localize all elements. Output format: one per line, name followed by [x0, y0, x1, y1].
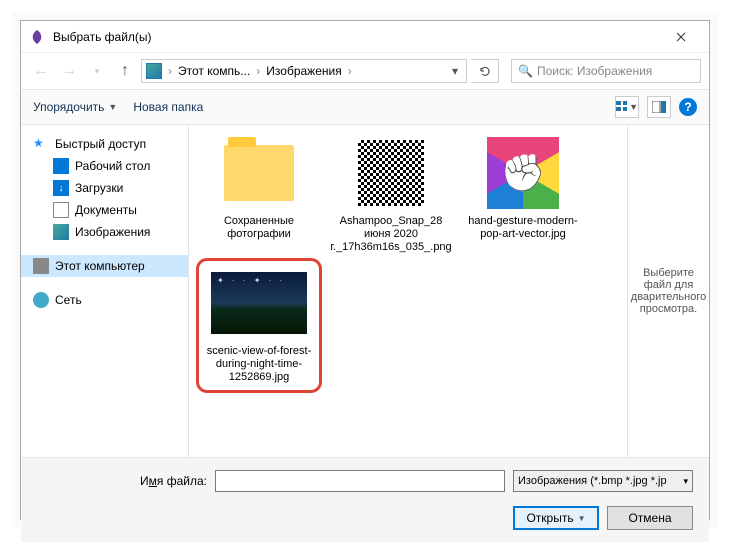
view-icons-button[interactable]: ▼ — [615, 96, 639, 118]
titlebar: Выбрать файл(ы) — [21, 21, 709, 53]
dialog-body: ★ Быстрый доступ Рабочий стол ↓ Загрузки… — [21, 125, 709, 457]
help-button[interactable]: ? — [679, 98, 697, 116]
document-icon — [53, 202, 69, 218]
image-thumbnail — [355, 137, 427, 209]
folder-icon — [224, 145, 294, 201]
organize-button[interactable]: Упорядочить ▼ — [33, 100, 117, 114]
file-item-folder[interactable]: Сохраненные фотографии — [201, 137, 317, 255]
sidebar-item-this-pc[interactable]: Этот компьютер — [21, 255, 188, 277]
star-icon: ★ — [33, 136, 49, 152]
refresh-button[interactable] — [471, 59, 499, 83]
file-label: hand-gesture-modern-pop-art-vector.jpg — [465, 215, 581, 241]
chevron-right-icon: › — [166, 64, 174, 78]
network-icon — [33, 292, 49, 308]
dialog-footer: Имя файла: Изображения (*.bmp *.jpg *.jp… — [21, 457, 709, 542]
app-icon — [29, 29, 45, 45]
breadcrumb-seg-pc[interactable]: Этот компь... — [174, 64, 254, 78]
icons-view-icon — [616, 101, 627, 113]
recent-dropdown[interactable]: ▾ — [85, 59, 109, 83]
breadcrumb-dropdown-icon[interactable]: ▾ — [448, 64, 462, 78]
search-placeholder: Поиск: Изображения — [537, 64, 652, 78]
image-thumbnail — [487, 137, 559, 209]
new-folder-button[interactable]: Новая папка — [133, 100, 203, 114]
sidebar-item-network[interactable]: Сеть — [21, 289, 188, 311]
filename-input[interactable] — [215, 470, 505, 492]
sidebar-item-pictures[interactable]: Изображения — [21, 221, 188, 243]
preview-pane: Выберите файл для дварительного просмотр… — [627, 125, 709, 457]
pc-icon — [33, 258, 49, 274]
close-icon — [676, 32, 686, 42]
forward-button: → — [57, 59, 81, 83]
chevron-down-icon: ▾ — [683, 476, 688, 487]
split-button-dropdown-icon: ▼ — [578, 514, 586, 523]
file-item-image[interactable]: Ashampoo_Snap_28 июня 2020 г._17h36m16s_… — [333, 137, 449, 255]
toolbar: Упорядочить ▼ Новая папка ▼ ? — [21, 89, 709, 125]
sidebar-item-quick-access[interactable]: ★ Быстрый доступ — [21, 133, 188, 155]
file-open-dialog: Выбрать файл(ы) ← → ▾ ↑ › Этот компь... … — [20, 20, 710, 520]
file-item-image-selected[interactable]: scenic-view-of-forest-during-night-time-… — [201, 263, 317, 389]
breadcrumb[interactable]: › Этот компь... › Изображения › ▾ — [141, 59, 467, 83]
navbar: ← → ▾ ↑ › Этот компь... › Изображения › … — [21, 53, 709, 89]
file-label: Ashampoo_Snap_28 июня 2020 г._17h36m16s_… — [330, 215, 451, 255]
chevron-down-icon: ▼ — [629, 102, 638, 112]
filename-label: Имя файла: — [37, 474, 207, 488]
file-label: scenic-view-of-forest-during-night-time-… — [205, 345, 313, 385]
download-icon: ↓ — [53, 180, 69, 196]
window-title: Выбрать файл(ы) — [53, 30, 661, 44]
refresh-icon — [479, 65, 491, 77]
back-button[interactable]: ← — [29, 59, 53, 83]
chevron-right-icon: › — [254, 64, 262, 78]
desktop-icon — [53, 158, 69, 174]
preview-pane-button[interactable] — [647, 96, 671, 118]
file-label: Сохраненные фотографии — [201, 215, 317, 241]
sidebar-item-desktop[interactable]: Рабочий стол — [21, 155, 188, 177]
sidebar-item-documents[interactable]: Документы — [21, 199, 188, 221]
close-button[interactable] — [661, 23, 701, 51]
chevron-down-icon: ▼ — [108, 102, 117, 112]
up-button[interactable]: ↑ — [113, 59, 137, 83]
file-list: Сохраненные фотографии Ashampoo_Snap_28 … — [189, 125, 627, 457]
breadcrumb-seg-pictures[interactable]: Изображения — [262, 64, 345, 78]
preview-pane-icon — [652, 101, 666, 113]
image-thumbnail — [211, 272, 307, 334]
location-icon — [146, 63, 162, 79]
chevron-right-icon: › — [346, 64, 354, 78]
search-icon: 🔍 — [518, 64, 533, 78]
pictures-icon — [53, 224, 69, 240]
search-input[interactable]: 🔍 Поиск: Изображения — [511, 59, 701, 83]
sidebar-item-downloads[interactable]: ↓ Загрузки — [21, 177, 188, 199]
sidebar: ★ Быстрый доступ Рабочий стол ↓ Загрузки… — [21, 125, 189, 457]
preview-placeholder: Выберите файл для дварительного просмотр… — [631, 267, 706, 315]
file-item-image[interactable]: hand-gesture-modern-pop-art-vector.jpg — [465, 137, 581, 255]
cancel-button[interactable]: Отмена — [607, 506, 693, 530]
open-button[interactable]: Открыть ▼ — [513, 506, 599, 530]
filetype-select[interactable]: Изображения (*.bmp *.jpg *.jp ▾ — [513, 470, 693, 492]
